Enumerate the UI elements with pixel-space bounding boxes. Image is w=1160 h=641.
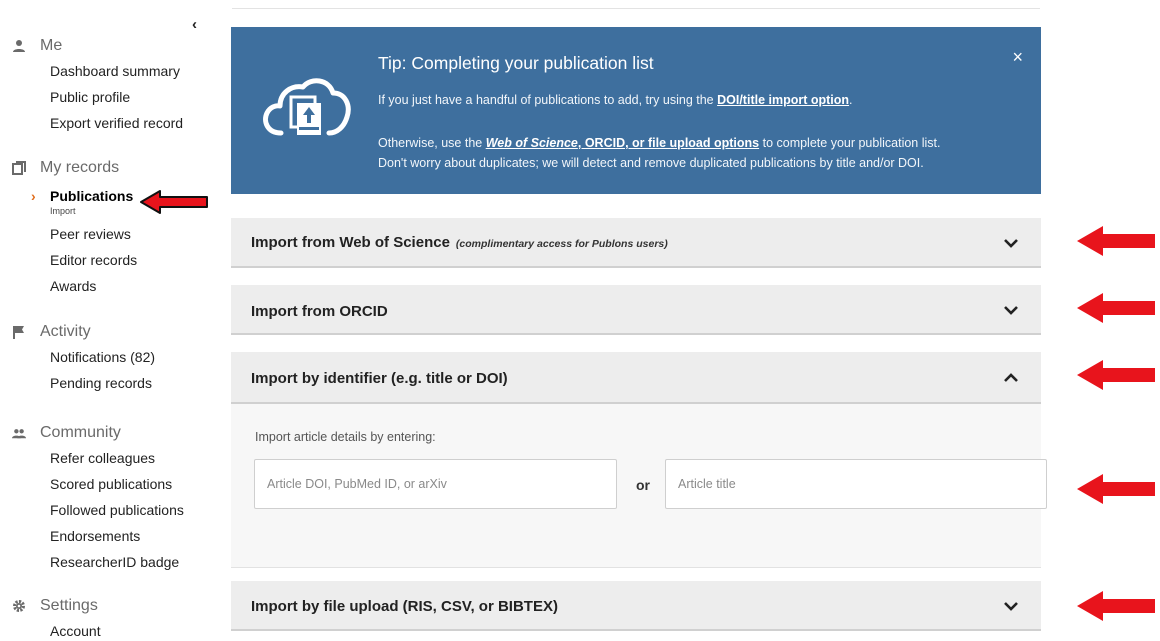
sidebar-item-followed-publications[interactable]: Followed publications: [12, 497, 184, 523]
panel-title-wos-text: Import from Web of Science: [251, 234, 450, 251]
tip-banner: Tip: Completing your publication list If…: [231, 27, 1041, 194]
sidebar-item-refer-colleagues[interactable]: Refer colleagues: [12, 445, 184, 471]
wos-link-text: Web of Science: [485, 136, 578, 150]
sidebar-item-pending-records[interactable]: Pending records: [12, 370, 155, 396]
annotation-arrow-file-upload: [1077, 591, 1155, 621]
group-icon: [12, 426, 26, 440]
section-title-my-records: My records: [40, 159, 120, 176]
chevron-down-icon: [1004, 602, 1018, 611]
sidebar-nav: ‹ Me Dashboard summary Public profile Ex…: [0, 0, 205, 641]
tip-line-1-end: .: [849, 93, 853, 107]
sidebar-item-publications[interactable]: › Publications: [12, 186, 137, 206]
flag-icon: [12, 325, 26, 339]
sidebar-item-scored-publications[interactable]: Scored publications: [12, 471, 184, 497]
tip-line-2-text: Otherwise, use the: [378, 136, 486, 150]
panel-import-web-of-science[interactable]: Import from Web of Science (complimentary…: [231, 218, 1041, 268]
section-title-settings: Settings: [40, 597, 98, 614]
tip-line-2-end: to complete your publication list.: [759, 136, 941, 150]
sidebar-item-publications-label: Publications: [50, 188, 134, 204]
doi-title-import-link[interactable]: DOI/title import option: [717, 93, 849, 107]
sidebar-item-account[interactable]: Account: [12, 618, 101, 641]
copy-icon: [12, 161, 26, 175]
doi-pubmed-arxiv-input[interactable]: [254, 459, 617, 509]
tip-line-3: Don't worry about duplicates; we will de…: [378, 156, 924, 170]
annotation-arrow-publications: [140, 190, 208, 214]
annotation-arrow-wos: [1077, 226, 1155, 256]
gear-icon: [12, 599, 26, 613]
annotation-arrow-orcid: [1077, 293, 1155, 323]
import-options-link[interactable]: Web of Science, ORCID, or file upload op…: [486, 136, 759, 150]
chevron-down-icon: [1004, 306, 1018, 315]
tip-line-1: If you just have a handful of publicatio…: [378, 93, 853, 107]
sidebar-item-endorsements[interactable]: Endorsements: [12, 523, 184, 549]
annotation-arrow-input-fields: [1077, 474, 1155, 504]
sidebar-section-settings: Settings Account: [12, 596, 101, 641]
sidebar-item-researcherid-badge[interactable]: ResearcherID badge: [12, 549, 184, 575]
sidebar-item-public-profile[interactable]: Public profile: [12, 84, 183, 110]
panel-title-orcid: Import from ORCID: [251, 303, 388, 320]
sidebar-item-awards[interactable]: Awards: [12, 273, 137, 299]
sidebar-item-dashboard-summary[interactable]: Dashboard summary: [12, 58, 183, 84]
tip-line-2: Otherwise, use the Web of Science, ORCID…: [378, 136, 940, 150]
panel-title-file-upload: Import by file upload (RIS, CSV, or BIBT…: [251, 598, 558, 615]
panel-note-wos: (complimentary access for Publons users): [455, 238, 668, 250]
sidebar-section-me: Me Dashboard summary Public profile Expo…: [12, 36, 183, 136]
panel-import-by-identifier[interactable]: Import by identifier (e.g. title or DOI): [231, 352, 1041, 404]
or-separator: or: [636, 477, 650, 493]
section-title-community: Community: [40, 424, 121, 441]
chevron-left-icon[interactable]: ‹: [192, 16, 197, 33]
sidebar-item-export-verified-record[interactable]: Export verified record: [12, 110, 183, 136]
panel-title-identifier: Import by identifier (e.g. title or DOI): [251, 370, 508, 387]
panel-import-by-file-upload[interactable]: Import by file upload (RIS, CSV, or BIBT…: [231, 581, 1041, 631]
sidebar-item-peer-reviews[interactable]: Peer reviews: [12, 221, 137, 247]
sidebar-item-notifications[interactable]: Notifications (82): [12, 344, 155, 370]
sidebar-item-editor-records[interactable]: Editor records: [12, 247, 137, 273]
panel-import-orcid[interactable]: Import from ORCID: [231, 285, 1041, 335]
section-title-me: Me: [40, 37, 63, 54]
sidebar-section-activity: Activity Notifications (82) Pending reco…: [12, 322, 155, 396]
sidebar-section-community: Community Refer colleagues Scored public…: [12, 423, 184, 575]
chevron-down-icon: [1004, 239, 1018, 248]
sidebar-section-my-records: My records › Publications Import Peer re…: [12, 158, 137, 299]
chevron-up-icon: [1004, 373, 1018, 382]
options-link-text: , ORCID, or file upload options: [577, 136, 760, 150]
annotation-arrow-identifier: [1077, 360, 1155, 390]
panel-title-wos: Import from Web of Science (complimentary…: [251, 234, 668, 251]
article-title-input[interactable]: [665, 459, 1047, 509]
identifier-instructions: Import article details by entering:: [255, 430, 436, 444]
section-title-activity: Activity: [40, 323, 91, 340]
top-divider: [232, 8, 1040, 9]
chevron-right-icon: ›: [31, 188, 36, 204]
close-icon[interactable]: ×: [1012, 47, 1023, 68]
cloud-upload-icon: [263, 78, 351, 136]
sidebar-subitem-import[interactable]: Import: [12, 206, 137, 216]
identifier-panel-body: Import article details by entering: or: [231, 404, 1047, 568]
tip-line-1-text: If you just have a handful of publicatio…: [378, 93, 718, 107]
person-icon: [12, 39, 26, 53]
tip-title: Tip: Completing your publication list: [378, 53, 654, 73]
